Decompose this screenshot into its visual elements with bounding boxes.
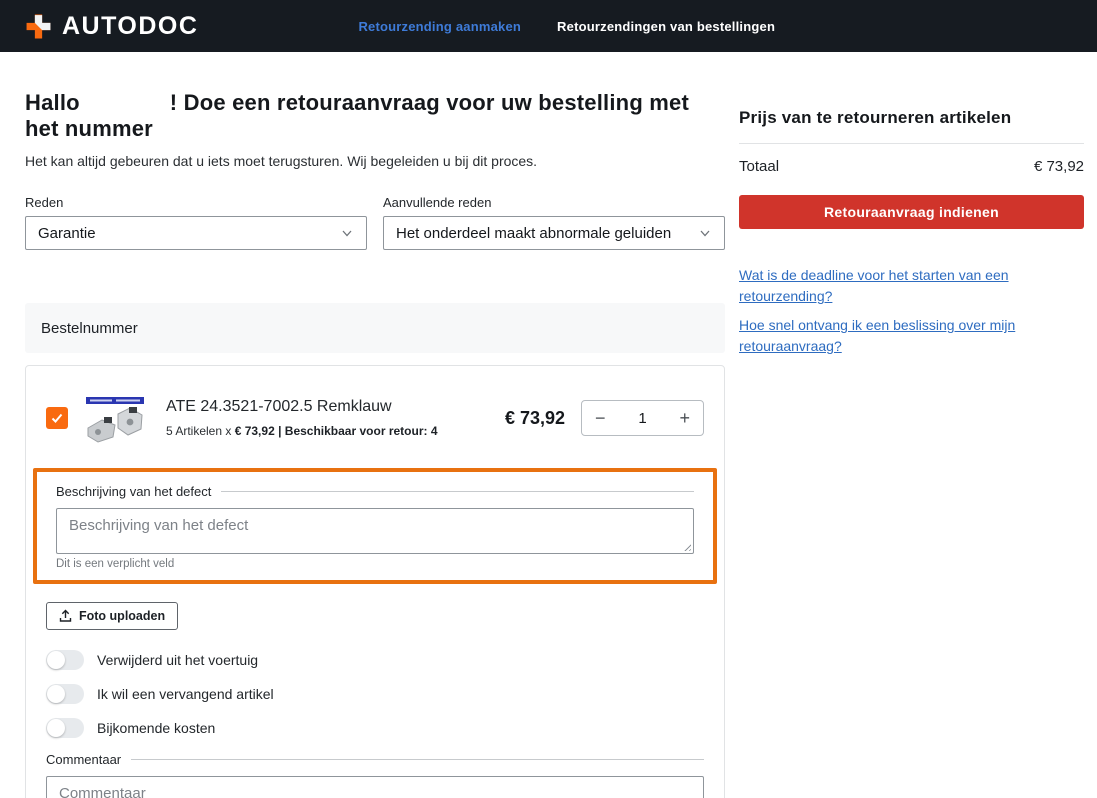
reason-selected-value: Garantie bbox=[38, 225, 96, 242]
brand-name: AUTODOC bbox=[62, 12, 198, 41]
product-image bbox=[80, 390, 150, 446]
toggle-row-replacement-article: Ik wil een vervangend artikel bbox=[46, 684, 704, 704]
product-title: ATE 24.3521-7002.5 Remklauw bbox=[166, 398, 505, 416]
photo-upload-label: Foto uploaden bbox=[79, 609, 165, 623]
fieldset-divider-line bbox=[221, 491, 694, 492]
meta-available-for-return: Beschikbaar voor retour: 4 bbox=[285, 424, 438, 438]
title-rest-text: ! Doe een retouraanvraag voor uw bestell… bbox=[25, 90, 689, 141]
comment-label: Commentaar bbox=[46, 752, 121, 767]
fieldset-divider-line bbox=[131, 759, 704, 760]
additional-costs-toggle[interactable] bbox=[46, 718, 84, 738]
toggle-knob bbox=[47, 651, 65, 669]
comment-textarea[interactable] bbox=[46, 776, 704, 798]
sub-reason-label: Aanvullende reden bbox=[383, 195, 725, 210]
header-nav: Retourzending aanmaken Retourzendingen v… bbox=[358, 19, 775, 34]
total-value: € 73,92 bbox=[1034, 158, 1084, 175]
replacement-article-toggle[interactable] bbox=[46, 684, 84, 704]
meta-separator: | bbox=[275, 424, 285, 438]
product-meta: 5 Artikelen x € 73,92 | Beschikbaar voor… bbox=[166, 424, 505, 438]
toggle-label: Ik wil een vervangend artikel bbox=[97, 686, 274, 702]
toggle-knob bbox=[47, 685, 65, 703]
comment-section: Commentaar bbox=[46, 752, 704, 798]
upload-icon bbox=[59, 609, 72, 623]
return-item-card: ATE 24.3521-7002.5 Remklauw 5 Artikelen … bbox=[25, 365, 725, 798]
page-title: Hallo! Doe een retouraanvraag voor uw be… bbox=[25, 90, 725, 142]
options-toggles: Verwijderd uit het voertuig Ik wil een v… bbox=[46, 650, 704, 738]
nav-retourzending-aanmaken[interactable]: Retourzending aanmaken bbox=[358, 19, 521, 34]
toggle-label: Verwijderd uit het voertuig bbox=[97, 652, 258, 668]
chevron-down-icon bbox=[698, 226, 712, 240]
defect-description-textarea[interactable] bbox=[56, 508, 694, 554]
top-header: AUTODOC Retourzending aanmaken Retourzen… bbox=[0, 0, 1097, 52]
nav-retourzendingen-van-bestellingen[interactable]: Retourzendingen van bestellingen bbox=[557, 19, 775, 34]
order-number-label: Bestelnummer bbox=[41, 320, 138, 337]
sub-reason-selected-value: Het onderdeel maakt abnormale geluiden bbox=[396, 225, 671, 242]
deadline-faq-link[interactable]: Wat is de deadline voor het starten van … bbox=[739, 265, 1039, 307]
defect-description-highlight-box: Beschrijving van het defect Dit is een v… bbox=[33, 468, 717, 584]
quantity-decrease-button[interactable]: − bbox=[595, 409, 606, 427]
greeting-text: Hallo bbox=[25, 90, 80, 115]
page-subtitle: Het kan altijd gebeuren dat u iets moet … bbox=[25, 153, 725, 169]
summary-divider bbox=[739, 143, 1084, 144]
faq-links: Wat is de deadline voor het starten van … bbox=[739, 265, 1084, 357]
total-label: Totaal bbox=[739, 158, 779, 175]
autodoc-plus-icon bbox=[25, 13, 52, 40]
toggle-row-removed-from-vehicle: Verwijderd uit het voertuig bbox=[46, 650, 704, 670]
toggle-knob bbox=[47, 719, 65, 737]
decision-faq-link[interactable]: Hoe snel ontvang ik een beslissing over … bbox=[739, 315, 1039, 357]
defect-description-label: Beschrijving van het defect bbox=[56, 484, 211, 499]
product-checkbox[interactable] bbox=[46, 407, 68, 429]
product-price: € 73,92 bbox=[505, 408, 565, 429]
order-number-header[interactable]: Bestelnummer bbox=[25, 303, 725, 353]
product-row: ATE 24.3521-7002.5 Remklauw 5 Artikelen … bbox=[46, 390, 704, 446]
check-icon bbox=[50, 411, 64, 425]
autodoc-logo[interactable]: AUTODOC bbox=[25, 12, 198, 41]
photo-upload-button[interactable]: Foto uploaden bbox=[46, 602, 178, 630]
toggle-label: Bijkomende kosten bbox=[97, 720, 215, 736]
submit-return-request-button[interactable]: Retouraanvraag indienen bbox=[739, 195, 1084, 229]
chevron-down-icon bbox=[340, 226, 354, 240]
required-field-hint: Dit is een verplicht veld bbox=[56, 558, 694, 570]
toggle-row-additional-costs: Bijkomende kosten bbox=[46, 718, 704, 738]
removed-from-vehicle-toggle[interactable] bbox=[46, 650, 84, 670]
reason-label: Reden bbox=[25, 195, 367, 210]
sub-reason-select[interactable]: Het onderdeel maakt abnormale geluiden bbox=[383, 216, 725, 250]
meta-unit-price: € 73,92 bbox=[235, 424, 275, 438]
quantity-stepper: − 1 + bbox=[581, 400, 704, 436]
meta-qty-text: 5 Artikelen x bbox=[166, 424, 235, 438]
quantity-value: 1 bbox=[638, 410, 646, 427]
reason-select[interactable]: Garantie bbox=[25, 216, 367, 250]
summary-title: Prijs van te retourneren artikelen bbox=[739, 108, 1084, 128]
quantity-increase-button[interactable]: + bbox=[679, 409, 690, 427]
